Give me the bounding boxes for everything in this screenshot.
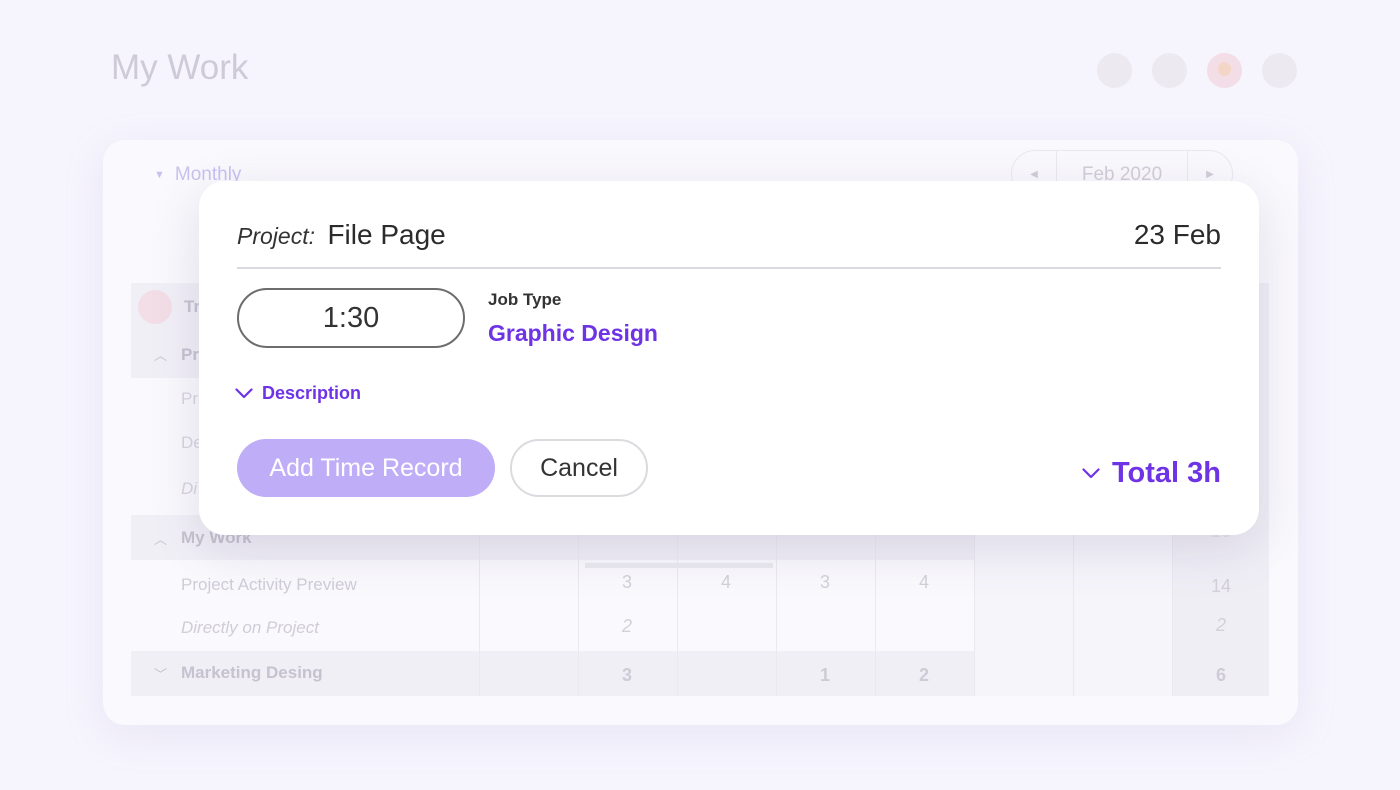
list-item-label[interactable]: Directly on Project: [181, 618, 319, 638]
table-cell: 3: [621, 665, 632, 685]
list-item-label[interactable]: Project Activity Preview: [181, 575, 357, 595]
chevron-down-icon[interactable]: ﹀: [154, 664, 167, 683]
header-actions: [1097, 53, 1297, 88]
row-label-partial: Di: [181, 479, 198, 498]
cancel-button[interactable]: Cancel: [510, 439, 648, 497]
row-total: 14: [1210, 576, 1232, 596]
table-cell: 1: [819, 665, 830, 685]
row-label-partial: Pr: [181, 389, 198, 408]
chevron-down-icon: [1082, 468, 1100, 479]
description-label: Description: [262, 383, 362, 403]
chevron-up-icon[interactable]: ︿: [154, 345, 167, 364]
job-type-select[interactable]: Graphic Design: [488, 320, 658, 347]
modal-header: Project: File Page 23 Feb: [237, 219, 1221, 269]
group-name-partial: Pr: [181, 345, 199, 364]
job-type-label: Job Type: [488, 290, 562, 309]
time-input[interactable]: [237, 288, 465, 348]
page-title: My Work: [111, 48, 249, 87]
table-cell[interactable]: 2: [578, 616, 676, 637]
table-cell[interactable]: 4: [677, 572, 775, 593]
user-name-partial: Tr: [184, 297, 201, 316]
add-time-record-button[interactable]: Add Time Record: [237, 439, 495, 497]
group-name: Marketing Desing: [181, 663, 323, 682]
project-label: Project:: [237, 223, 315, 249]
project-title: Project: File Page: [237, 219, 446, 251]
chevron-down-icon: [235, 388, 253, 399]
table-cell: 2: [918, 665, 929, 685]
caret-down-icon: ▼: [154, 169, 165, 181]
row-total: 2: [1215, 615, 1226, 635]
user-avatar[interactable]: [1207, 53, 1242, 88]
table-cell[interactable]: 3: [776, 572, 874, 593]
next-month-icon[interactable]: ▶: [1188, 169, 1232, 180]
circle-icon[interactable]: [1152, 53, 1187, 88]
circle-icon[interactable]: [1262, 53, 1297, 88]
record-date: 23 Feb: [1133, 219, 1221, 250]
avatar: [138, 290, 172, 324]
total-label: Total 3h: [1111, 457, 1221, 489]
project-name: File Page: [327, 219, 446, 250]
total-toggle[interactable]: Total 3h: [1082, 457, 1221, 490]
table-cell[interactable]: 3: [578, 572, 676, 593]
circle-icon[interactable]: [1097, 53, 1132, 88]
progress-bar: [585, 563, 773, 568]
prev-month-icon[interactable]: ◀: [1012, 169, 1056, 180]
row-total: 6: [1215, 665, 1226, 685]
description-toggle[interactable]: Description: [235, 383, 361, 404]
table-cell[interactable]: 4: [875, 572, 973, 593]
time-record-modal: Project: File Page 23 Feb Job Type Graph…: [199, 181, 1259, 535]
chevron-up-icon[interactable]: ︿: [154, 529, 167, 548]
